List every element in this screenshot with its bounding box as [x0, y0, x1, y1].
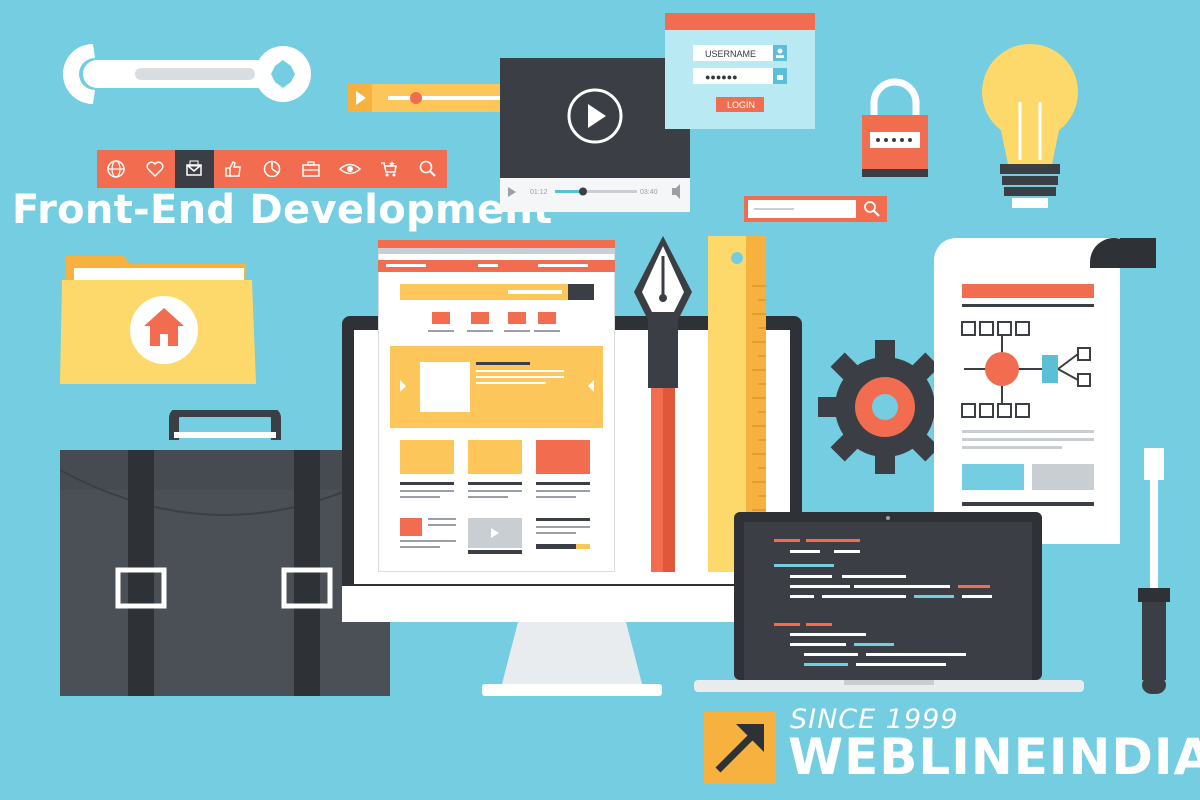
video-player[interactable]: 01:12 03:40 [500, 58, 690, 212]
globe-icon[interactable] [97, 150, 136, 188]
brand-logo-icon [704, 712, 776, 784]
padlock-icon [862, 78, 928, 177]
sitemap-document [934, 238, 1156, 544]
login-button-label: LOGIN [727, 100, 755, 110]
page-title: Front-End Development [12, 187, 553, 233]
search-icon[interactable] [408, 150, 447, 188]
lightbulb-icon [982, 44, 1078, 208]
time-total: 03:40 [640, 189, 658, 196]
brand-name: WEBLINEINDIA [788, 728, 1200, 786]
login-panel: USERNAME ●●●●●● LOGIN [665, 13, 815, 129]
cart-icon[interactable] [369, 150, 408, 188]
thumbs-up-icon[interactable] [214, 150, 253, 188]
time-elapsed: 01:12 [530, 189, 548, 196]
heart-icon[interactable] [136, 150, 175, 188]
icon-toolbar [97, 150, 447, 188]
screwdriver-icon [1138, 448, 1170, 694]
username-placeholder: USERNAME [705, 49, 756, 59]
password-mask: ●●●●●● [705, 72, 738, 82]
eye-icon[interactable] [330, 150, 369, 188]
briefcase-illustration [60, 410, 390, 696]
mail-icon[interactable] [174, 150, 214, 188]
folder-icon [60, 256, 256, 384]
search-bar[interactable] [744, 196, 887, 222]
gear-icon [818, 340, 952, 474]
webpage-mockup [378, 240, 615, 572]
wrench-icon [63, 44, 311, 104]
pen-icon [634, 236, 692, 572]
pie-chart-icon[interactable] [253, 150, 292, 188]
briefcase-icon[interactable] [291, 150, 330, 188]
laptop-code-editor [694, 512, 1084, 692]
